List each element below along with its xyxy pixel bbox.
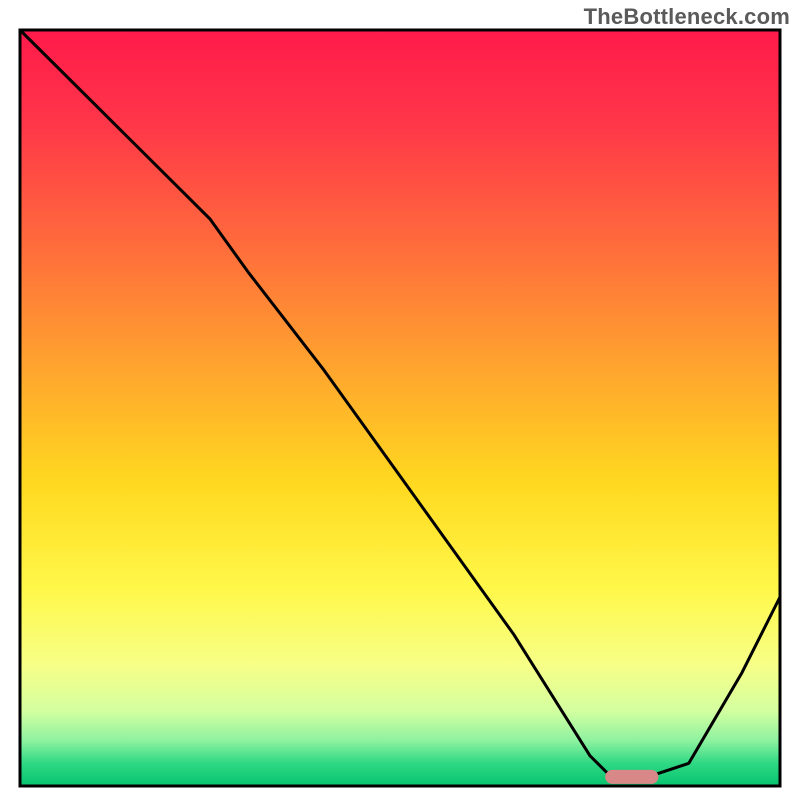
chart-svg: [0, 0, 800, 800]
optimal-marker: [605, 770, 658, 784]
watermark-text: TheBottleneck.com: [584, 4, 790, 30]
bottleneck-chart: TheBottleneck.com: [0, 0, 800, 800]
